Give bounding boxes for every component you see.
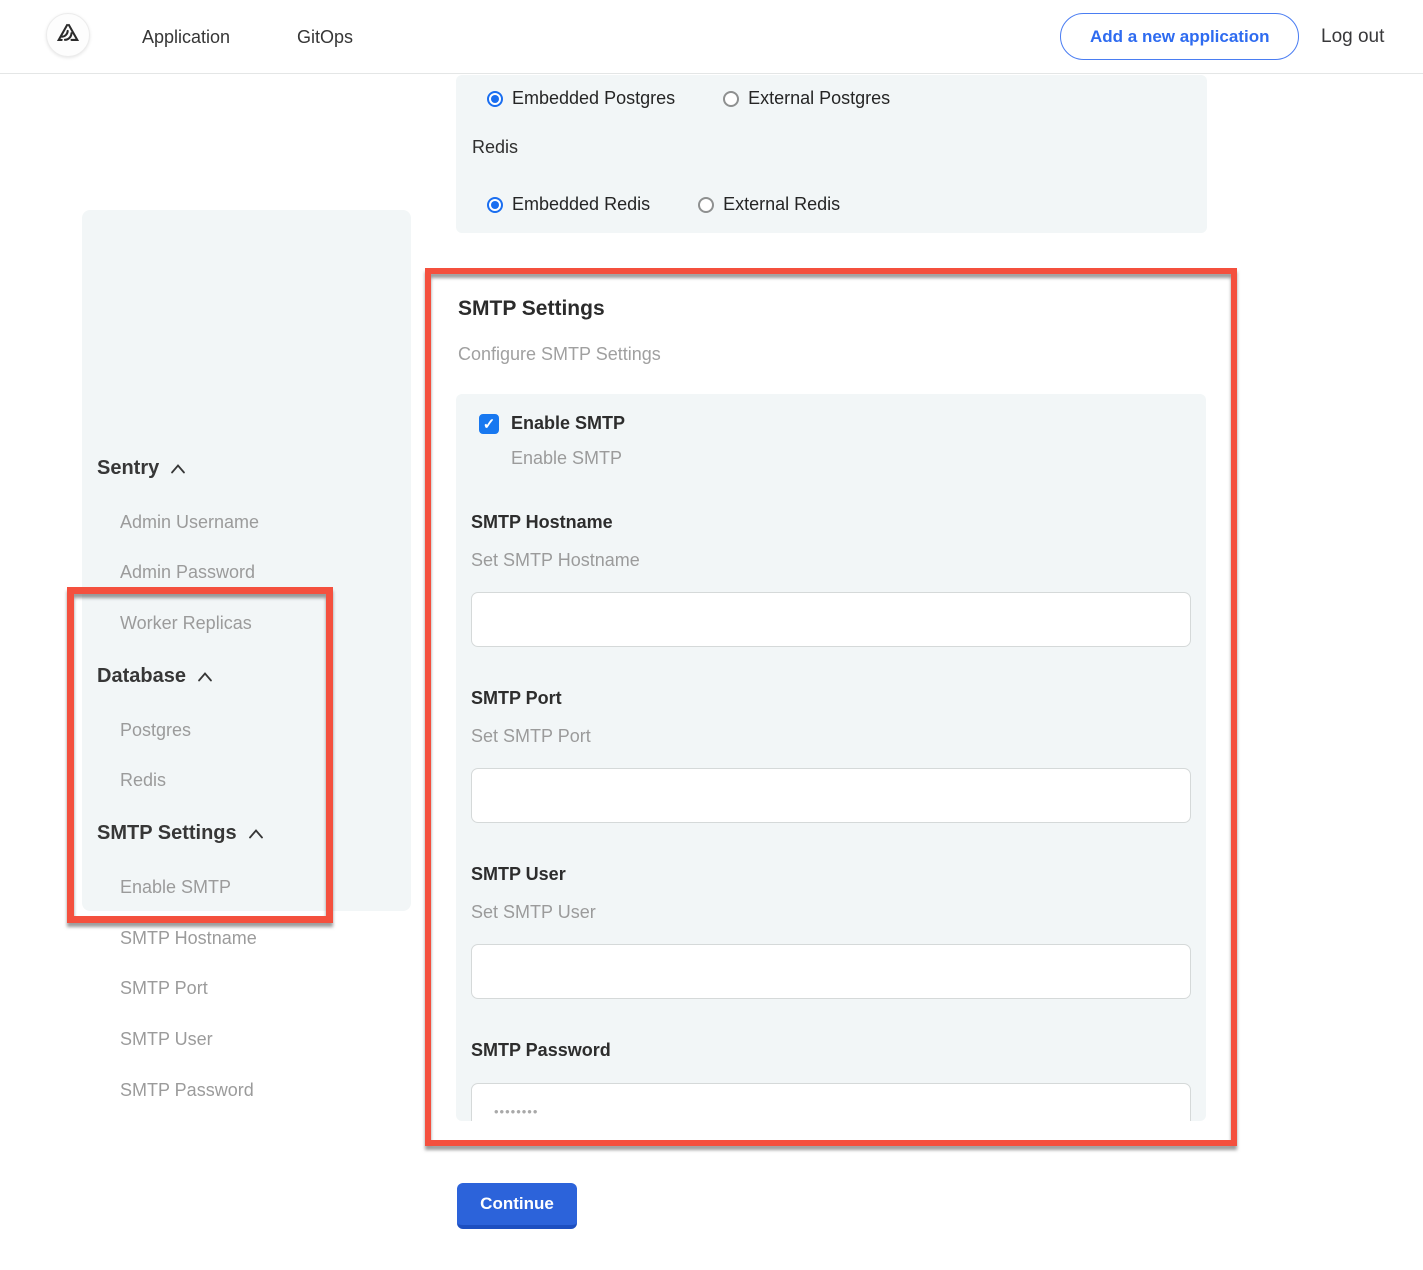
enable-smtp-checkbox[interactable]: ✓ bbox=[479, 414, 499, 434]
radio-icon[interactable] bbox=[487, 197, 503, 213]
radio-icon[interactable] bbox=[723, 91, 739, 107]
chevron-up-icon bbox=[170, 463, 186, 475]
sidebar-group-smtp-settings[interactable]: SMTP Settings bbox=[97, 822, 264, 845]
sidebar-item-smtp-user[interactable]: SMTP User bbox=[120, 1029, 213, 1050]
smtp-password-label: SMTP Password bbox=[471, 1037, 1191, 1063]
redis-radio-group: Embedded Redis External Redis bbox=[487, 194, 840, 215]
smtp-settings-subtitle: Configure SMTP Settings bbox=[458, 344, 661, 365]
continue-button[interactable]: Continue bbox=[457, 1183, 577, 1229]
sidebar-group-label: Database bbox=[97, 665, 186, 688]
radio-label[interactable]: External Redis bbox=[723, 194, 840, 215]
app-logo[interactable] bbox=[46, 13, 90, 57]
sidebar-item-postgres[interactable]: Postgres bbox=[120, 720, 191, 741]
sidebar-group-database[interactable]: Database bbox=[97, 665, 213, 688]
postgres-radio-group: Embedded Postgres External Postgres bbox=[487, 88, 890, 109]
chevron-up-icon bbox=[197, 671, 213, 683]
smtp-hostname-label: SMTP Hostname bbox=[471, 509, 1191, 535]
sidebar-item-admin-password[interactable]: Admin Password bbox=[120, 562, 255, 583]
radio-option-external-redis[interactable]: External Redis bbox=[698, 194, 840, 215]
sidebar-item-smtp-password[interactable]: SMTP Password bbox=[120, 1080, 254, 1101]
smtp-settings-title: SMTP Settings bbox=[458, 297, 605, 321]
enable-smtp-label[interactable]: Enable SMTP bbox=[511, 413, 625, 434]
top-nav: Application GitOps Add a new application… bbox=[0, 0, 1423, 74]
radio-option-embedded-redis[interactable]: Embedded Redis bbox=[487, 194, 650, 215]
radio-label[interactable]: Embedded Redis bbox=[512, 194, 650, 215]
smtp-hostname-input[interactable] bbox=[471, 592, 1191, 647]
smtp-port-input[interactable] bbox=[471, 768, 1191, 823]
radio-icon[interactable] bbox=[698, 197, 714, 213]
smtp-password-input[interactable] bbox=[471, 1083, 1191, 1121]
smtp-user-input[interactable] bbox=[471, 944, 1191, 999]
sidebar-item-smtp-hostname[interactable]: SMTP Hostname bbox=[120, 928, 257, 949]
enable-smtp-helper-text: Enable SMTP bbox=[511, 445, 1191, 471]
database-config-card: Embedded Postgres External Postgres Redi… bbox=[456, 75, 1207, 233]
sidebar-item-redis[interactable]: Redis bbox=[120, 770, 166, 791]
sidebar-item-enable-smtp[interactable]: Enable SMTP bbox=[120, 877, 231, 898]
smtp-hostname-helper: Set SMTP Hostname bbox=[471, 547, 1191, 573]
sidebar-item-admin-username[interactable]: Admin Username bbox=[120, 512, 259, 533]
logout-link[interactable]: Log out bbox=[1321, 0, 1384, 74]
sidebar-group-sentry[interactable]: Sentry bbox=[97, 457, 186, 480]
sentry-logo-icon bbox=[55, 20, 81, 51]
smtp-settings-form-card: ✓ Enable SMTP Enable SMTP SMTP Hostname … bbox=[456, 394, 1206, 1121]
radio-label[interactable]: Embedded Postgres bbox=[512, 88, 675, 109]
smtp-port-helper: Set SMTP Port bbox=[471, 723, 1191, 749]
nav-item-application[interactable]: Application bbox=[142, 0, 230, 74]
smtp-user-label: SMTP User bbox=[471, 861, 1191, 887]
sidebar-item-smtp-port[interactable]: SMTP Port bbox=[120, 978, 208, 999]
nav-item-gitops[interactable]: GitOps bbox=[297, 0, 353, 74]
config-sidebar: Sentry Admin Username Admin Password Wor… bbox=[82, 210, 411, 911]
radio-option-embedded-postgres[interactable]: Embedded Postgres bbox=[487, 88, 675, 109]
sidebar-group-label: Sentry bbox=[97, 457, 159, 480]
radio-icon[interactable] bbox=[487, 91, 503, 107]
redis-group-label: Redis bbox=[472, 137, 518, 158]
radio-option-external-postgres[interactable]: External Postgres bbox=[723, 88, 890, 109]
sidebar-group-label: SMTP Settings bbox=[97, 822, 237, 845]
enable-smtp-checkbox-row: ✓ Enable SMTP bbox=[479, 413, 1191, 434]
add-new-application-button[interactable]: Add a new application bbox=[1060, 13, 1299, 60]
chevron-up-icon bbox=[248, 828, 264, 840]
config-page: Application GitOps Add a new application… bbox=[0, 0, 1423, 1270]
smtp-user-helper: Set SMTP User bbox=[471, 899, 1191, 925]
radio-label[interactable]: External Postgres bbox=[748, 88, 890, 109]
smtp-port-label: SMTP Port bbox=[471, 685, 1191, 711]
sidebar-item-worker-replicas[interactable]: Worker Replicas bbox=[120, 613, 252, 634]
